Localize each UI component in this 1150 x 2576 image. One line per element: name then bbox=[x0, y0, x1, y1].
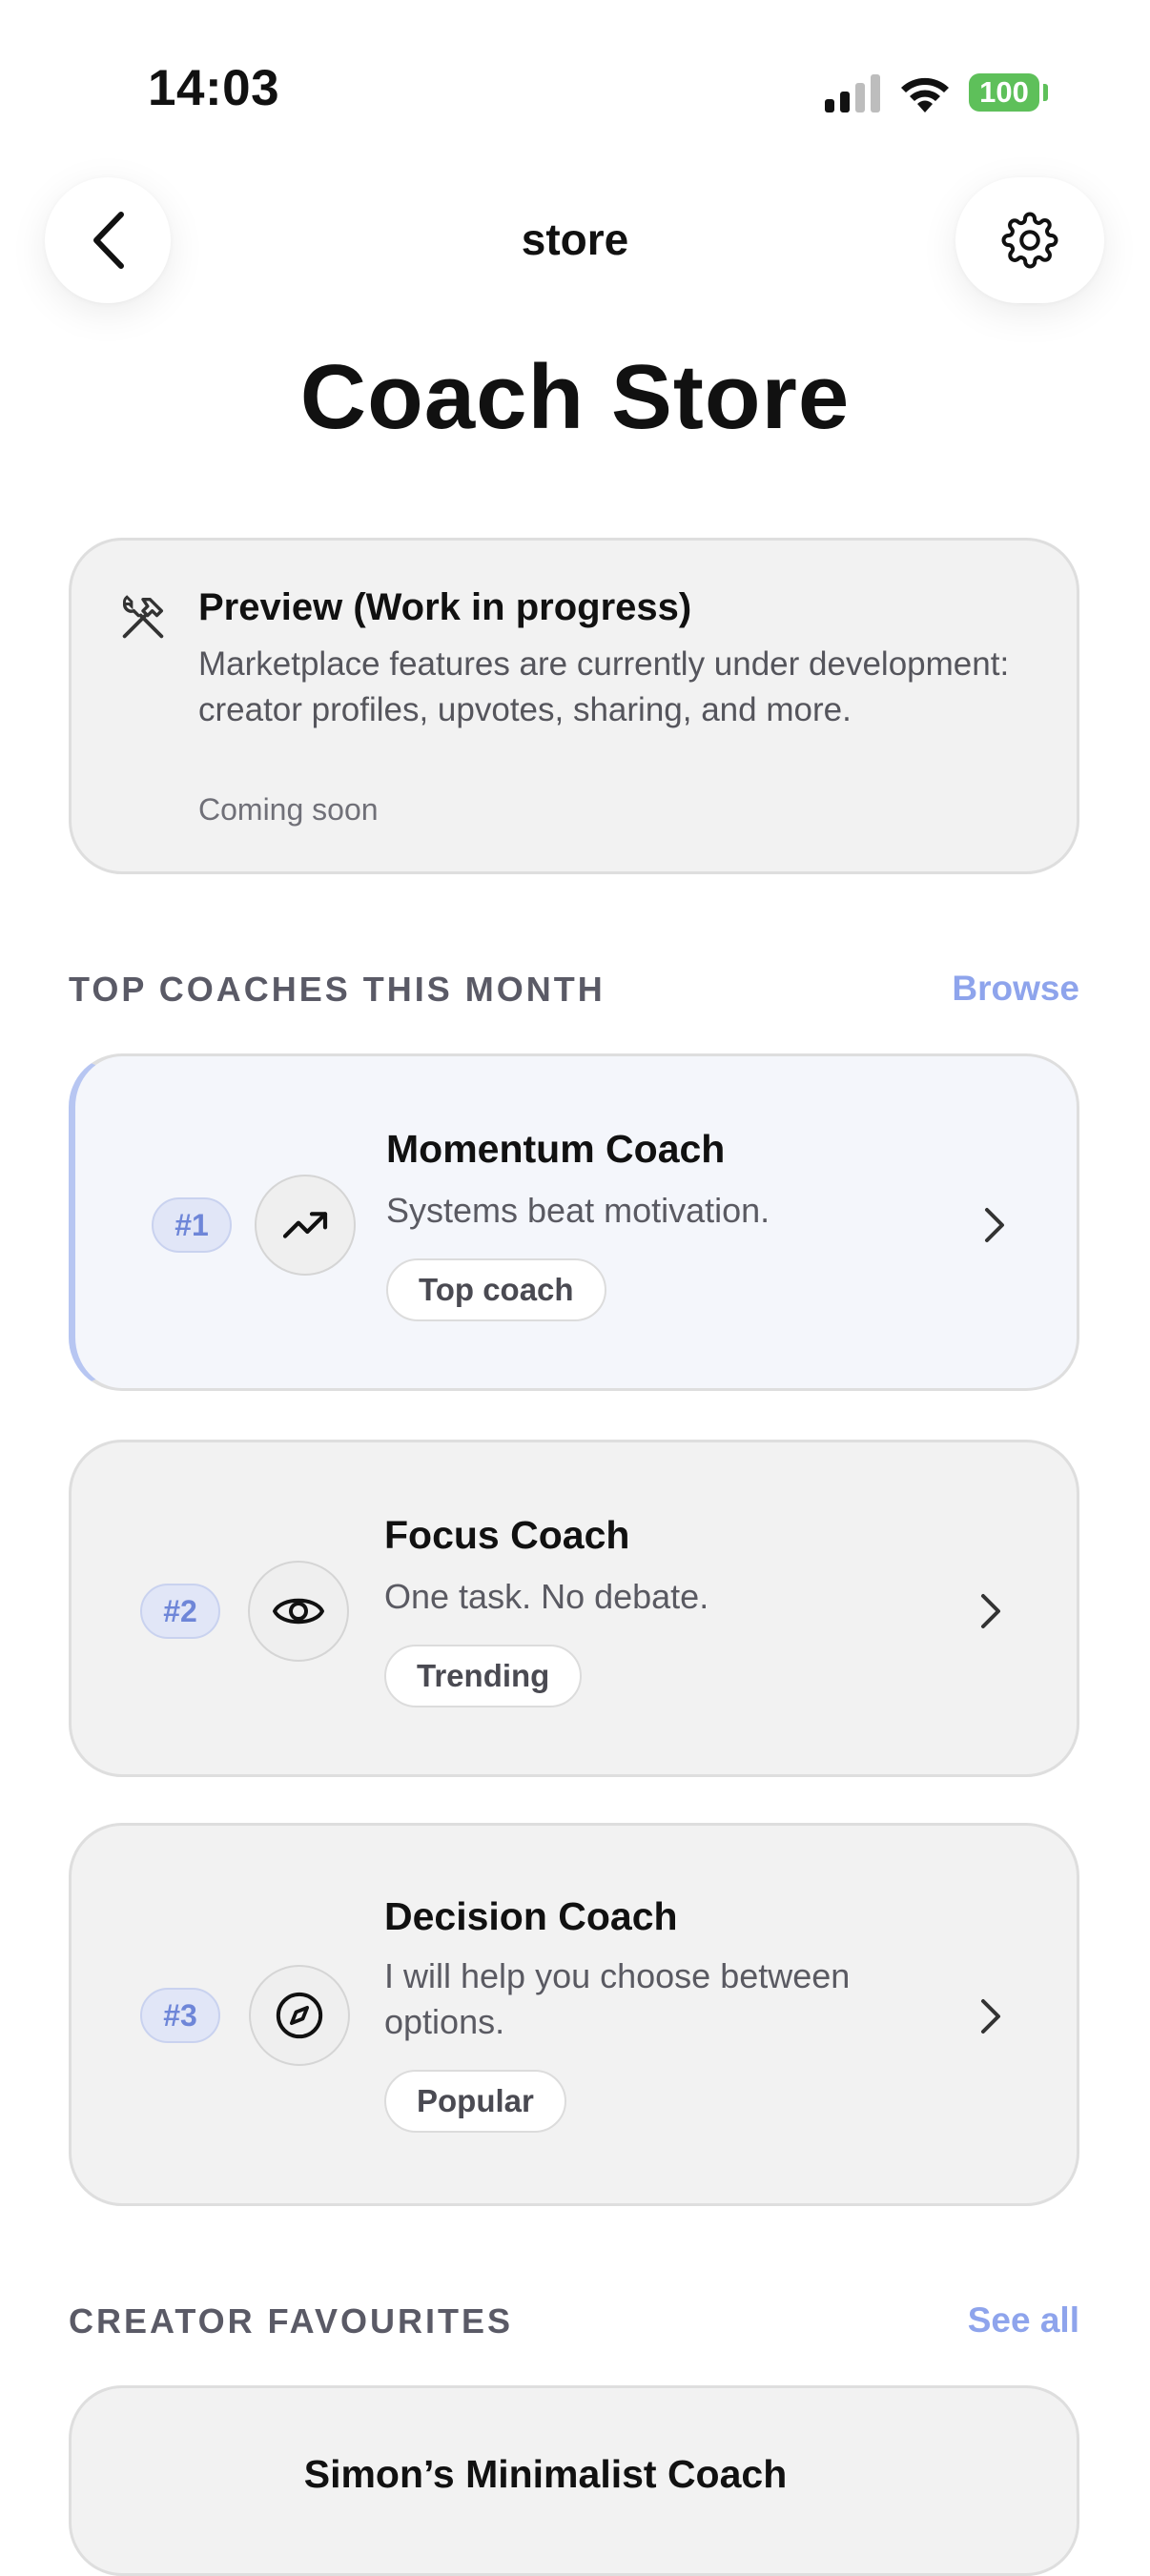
coach-tagline: I will help you choose between options. bbox=[384, 1956, 851, 2041]
coach-tagline: One task. No debate. bbox=[384, 1577, 709, 1616]
status-time: 14:03 bbox=[148, 60, 280, 116]
preview-status: Coming soon bbox=[198, 792, 379, 827]
preview-banner: Preview (Work in progress) Marketplace f… bbox=[69, 538, 1079, 874]
see-all-link[interactable]: See all bbox=[968, 2300, 1079, 2341]
coach-tag: Top coach bbox=[386, 1258, 606, 1321]
status-bar: 14:03 100 bbox=[0, 0, 1150, 181]
eye-icon bbox=[273, 1598, 324, 1625]
coach-tag: Popular bbox=[384, 2070, 566, 2133]
rank-badge: #1 bbox=[152, 1197, 232, 1253]
chevron-right-icon bbox=[981, 1594, 1000, 1628]
rank-badge: #2 bbox=[140, 1584, 220, 1639]
wifi-icon bbox=[901, 77, 949, 112]
coach-tagline: Systems beat motivation. bbox=[386, 1191, 770, 1230]
rank-badge: #3 bbox=[140, 1988, 220, 2043]
coach-card-decision[interactable]: #3 Decision Coach I will help you choose… bbox=[69, 1823, 1079, 2206]
coach-name: Focus Coach bbox=[384, 1513, 630, 1557]
compass-icon bbox=[276, 1992, 323, 2039]
section-title-top-coaches: TOP COACHES THIS MONTH bbox=[69, 970, 606, 1009]
tools-icon bbox=[122, 595, 164, 639]
preview-title: Preview (Work in progress) bbox=[198, 586, 692, 628]
settings-button[interactable] bbox=[955, 177, 1104, 303]
page-title: Coach Store bbox=[299, 346, 851, 448]
coach-avatar bbox=[249, 1965, 350, 2066]
cellular-signal-icon bbox=[825, 74, 880, 112]
battery-tip bbox=[1043, 84, 1048, 101]
chevron-right-icon bbox=[981, 1999, 1000, 2034]
coach-tag: Trending bbox=[384, 1645, 583, 1707]
coach-card-focus[interactable]: #2 Focus Coach One task. No debate. Tren… bbox=[69, 1440, 1079, 1777]
coach-avatar bbox=[248, 1561, 349, 1662]
gear-icon bbox=[1001, 212, 1058, 269]
coach-name: Decision Coach bbox=[384, 1894, 678, 1938]
creator-coach-name: Simon’s Minimalist Coach bbox=[303, 2452, 788, 2496]
browse-link[interactable]: Browse bbox=[952, 969, 1079, 1009]
chevron-right-icon bbox=[985, 1208, 1004, 1242]
coach-card-momentum[interactable]: #1 Momentum Coach Systems beat motivatio… bbox=[69, 1053, 1079, 1391]
trending-up-icon bbox=[282, 1212, 328, 1238]
battery-indicator: 100 bbox=[969, 73, 1039, 112]
coach-name: Momentum Coach bbox=[386, 1127, 726, 1171]
preview-description: Marketplace features are currently under… bbox=[198, 645, 1010, 728]
section-title-creator-favourites: CREATOR FAVOURITES bbox=[69, 2301, 514, 2341]
coach-avatar bbox=[255, 1175, 356, 1276]
